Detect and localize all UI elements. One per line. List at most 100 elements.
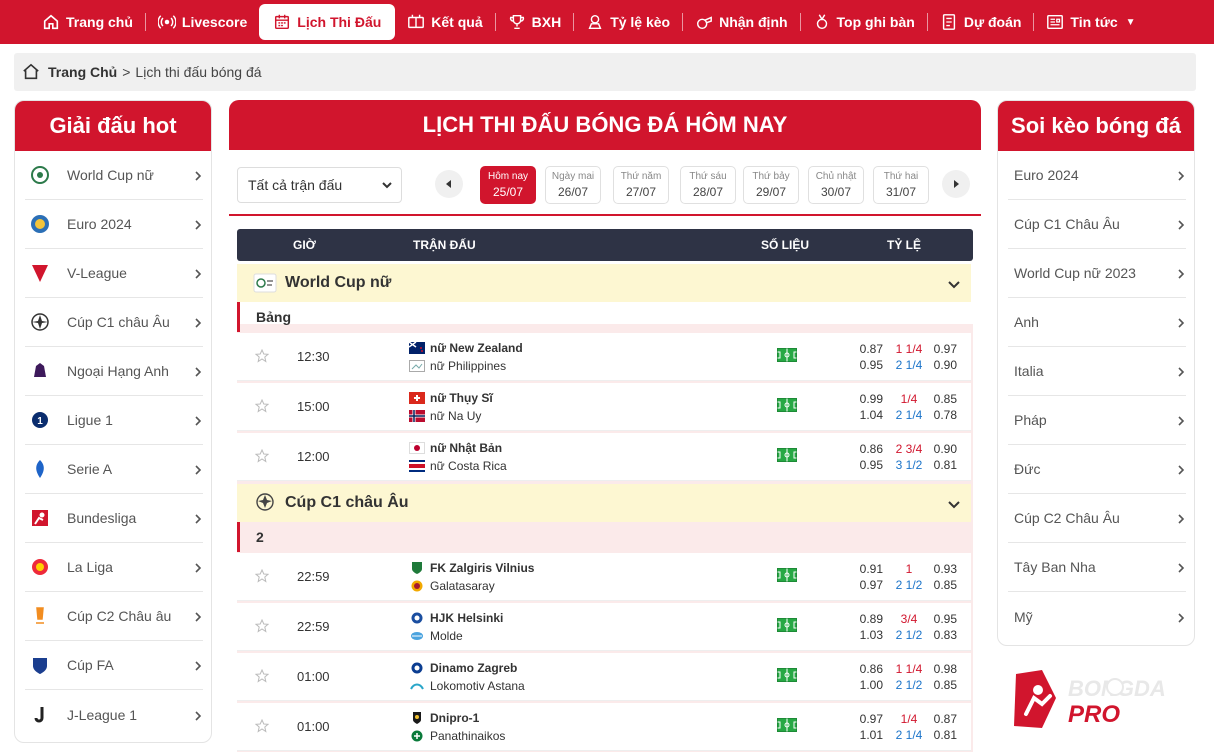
hot-league-item[interactable]: Ngoại Hạng Anh — [25, 347, 203, 396]
home-team[interactable]: Dinamo Zagreb — [409, 661, 517, 675]
odds-handicap[interactable]: 2 1/2 — [889, 628, 929, 642]
stats-field-icon[interactable] — [777, 718, 797, 732]
odds-value[interactable]: 0.91 — [853, 562, 883, 576]
odds-value[interactable]: 0.86 — [853, 662, 883, 676]
favorite-star-icon[interactable] — [254, 668, 270, 683]
odds-handicap[interactable]: 2 1/4 — [889, 358, 929, 372]
odds-value[interactable]: 0.97 — [927, 342, 957, 356]
date-tab[interactable]: Chủ nhật 30/07 — [808, 166, 864, 204]
home-team[interactable]: nữ New Zealand — [408, 341, 523, 355]
odds-value[interactable]: 1.04 — [853, 408, 883, 422]
nav-odds[interactable]: Tỷ lệ kèo — [574, 4, 682, 40]
hot-league-item[interactable]: La Liga — [25, 543, 203, 592]
odds-handicap[interactable]: 1 1/4 — [889, 342, 929, 356]
odds-value[interactable]: 1.01 — [853, 728, 883, 742]
stats-field-icon[interactable] — [777, 668, 797, 682]
odds-handicap[interactable]: 1 1/4 — [889, 662, 929, 676]
hot-league-item[interactable]: V-League — [25, 249, 203, 298]
odds-value[interactable]: 0.90 — [927, 442, 957, 456]
stats-field-icon[interactable] — [777, 348, 797, 362]
home-team[interactable]: nữ Nhật Bản — [409, 441, 502, 455]
away-team[interactable]: Lokomotiv Astana — [409, 679, 525, 693]
odds-handicap[interactable]: 1 — [889, 562, 929, 576]
odds-value[interactable]: 0.95 — [853, 458, 883, 472]
hot-league-item[interactable]: J-League 1 — [25, 690, 203, 739]
favorite-star-icon[interactable] — [254, 348, 270, 363]
odds-value[interactable]: 0.81 — [927, 728, 957, 742]
nav-results[interactable]: Kết quả — [395, 4, 494, 40]
match-row[interactable]: 15:00 nữ Thụy Sĩ nữ Na Uy 0.99 1/4 0.85 1.04 2 … — [237, 383, 971, 431]
home-team[interactable]: FK Zalgiris Vilnius — [409, 561, 534, 575]
favorite-star-icon[interactable] — [254, 618, 270, 633]
odds-value[interactable]: 0.97 — [853, 578, 883, 592]
match-row[interactable]: 22:59 FK Zalgiris Vilnius Galatasaray 0.91 1… — [237, 553, 971, 601]
favorite-star-icon[interactable] — [254, 398, 270, 413]
odds-handicap[interactable]: 3 1/2 — [889, 458, 929, 472]
odds-handicap[interactable]: 2 1/2 — [889, 678, 929, 692]
date-tab[interactable]: Hôm nay 25/07 — [480, 166, 536, 204]
match-filter-select[interactable]: Tất cả trận đấu — [237, 167, 402, 203]
nav-forecast[interactable]: Dự đoán — [928, 4, 1034, 40]
nav-livescore[interactable]: Livescore — [146, 4, 259, 40]
match-row[interactable]: 22:59 HJK Helsinki Molde 0.89 3/4 0.95 1.03 2 1… — [237, 603, 971, 651]
odds-value[interactable]: 0.99 — [853, 392, 883, 406]
home-team[interactable]: Dnipro-1 — [409, 711, 479, 725]
odds-handicap[interactable]: 2 1/4 — [889, 408, 929, 422]
betting-tip-item[interactable]: Cúp C1 Châu Âu — [1008, 200, 1186, 249]
betting-tip-item[interactable]: Mỹ — [1008, 592, 1186, 641]
odds-value[interactable]: 0.85 — [927, 392, 957, 406]
odds-value[interactable]: 0.93 — [927, 562, 957, 576]
odds-value[interactable]: 0.95 — [853, 358, 883, 372]
nav-top-scorers[interactable]: Top ghi bàn — [801, 4, 927, 40]
date-tab[interactable]: Thứ năm 27/07 — [613, 166, 669, 204]
hot-league-item[interactable]: Cúp C2 Châu âu — [25, 592, 203, 641]
odds-value[interactable]: 1.00 — [853, 678, 883, 692]
nav-predictions[interactable]: Nhận định — [683, 4, 799, 40]
odds-value[interactable]: 0.81 — [927, 458, 957, 472]
odds-value[interactable]: 0.85 — [927, 578, 957, 592]
next-date-button[interactable] — [942, 170, 970, 198]
odds-value[interactable]: 0.83 — [927, 628, 957, 642]
odds-handicap[interactable]: 2 3/4 — [889, 442, 929, 456]
odds-value[interactable]: 0.95 — [927, 612, 957, 626]
odds-value[interactable]: 0.86 — [853, 442, 883, 456]
odds-value[interactable]: 0.87 — [853, 342, 883, 356]
odds-handicap[interactable]: 2 1/4 — [889, 728, 929, 742]
league-header[interactable]: Cúp C1 châu Âu — [237, 484, 971, 522]
stats-field-icon[interactable] — [777, 618, 797, 632]
odds-value[interactable]: 0.90 — [927, 358, 957, 372]
hot-league-item[interactable]: World Cup nữ — [25, 151, 203, 200]
league-header[interactable]: World Cup nữ — [237, 264, 971, 302]
date-tab[interactable]: Ngày mai 26/07 — [545, 166, 601, 204]
odds-value[interactable]: 0.87 — [927, 712, 957, 726]
stats-field-icon[interactable] — [777, 398, 797, 412]
odds-handicap[interactable]: 1/4 — [889, 712, 929, 726]
betting-tip-item[interactable]: Anh — [1008, 298, 1186, 347]
away-team[interactable]: nữ Philippines — [409, 359, 506, 373]
away-team[interactable]: Panathinaikos — [409, 729, 505, 743]
odds-handicap[interactable]: 2 1/2 — [889, 578, 929, 592]
odds-value[interactable]: 1.03 — [853, 628, 883, 642]
odds-handicap[interactable]: 3/4 — [889, 612, 929, 626]
odds-value[interactable]: 0.89 — [853, 612, 883, 626]
match-row[interactable]: 01:00 Dinamo Zagreb Lokomotiv Astana 0.86 1 … — [237, 653, 971, 701]
away-team[interactable]: Galatasaray — [409, 579, 495, 593]
nav-standings[interactable]: BXH — [496, 4, 574, 40]
odds-value[interactable]: 0.78 — [927, 408, 957, 422]
match-row[interactable]: 12:30 nữ New Zealand nữ Philippines 0.87 1 1… — [237, 333, 971, 381]
odds-value[interactable]: 0.97 — [853, 712, 883, 726]
hot-league-item[interactable]: Cúp FA — [25, 641, 203, 690]
away-team[interactable]: nữ Costa Rica — [409, 459, 507, 473]
favorite-star-icon[interactable] — [254, 568, 270, 583]
away-team[interactable]: nữ Na Uy — [409, 409, 481, 423]
betting-tip-item[interactable]: Cúp C2 Châu Âu — [1008, 494, 1186, 543]
breadcrumb-home[interactable]: Trang Chủ — [48, 64, 117, 80]
date-tab[interactable]: Thứ sáu 28/07 — [680, 166, 736, 204]
away-team[interactable]: Molde — [409, 629, 463, 643]
hot-league-item[interactable]: Bundesliga — [25, 494, 203, 543]
bongda-pro-logo[interactable]: BONGDA PRO — [1012, 668, 1192, 732]
prev-date-button[interactable] — [435, 170, 463, 198]
nav-schedule[interactable]: Lịch Thi Đấu — [259, 4, 396, 40]
betting-tip-item[interactable]: Italia — [1008, 347, 1186, 396]
hot-league-item[interactable]: Cúp C1 châu Âu — [25, 298, 203, 347]
